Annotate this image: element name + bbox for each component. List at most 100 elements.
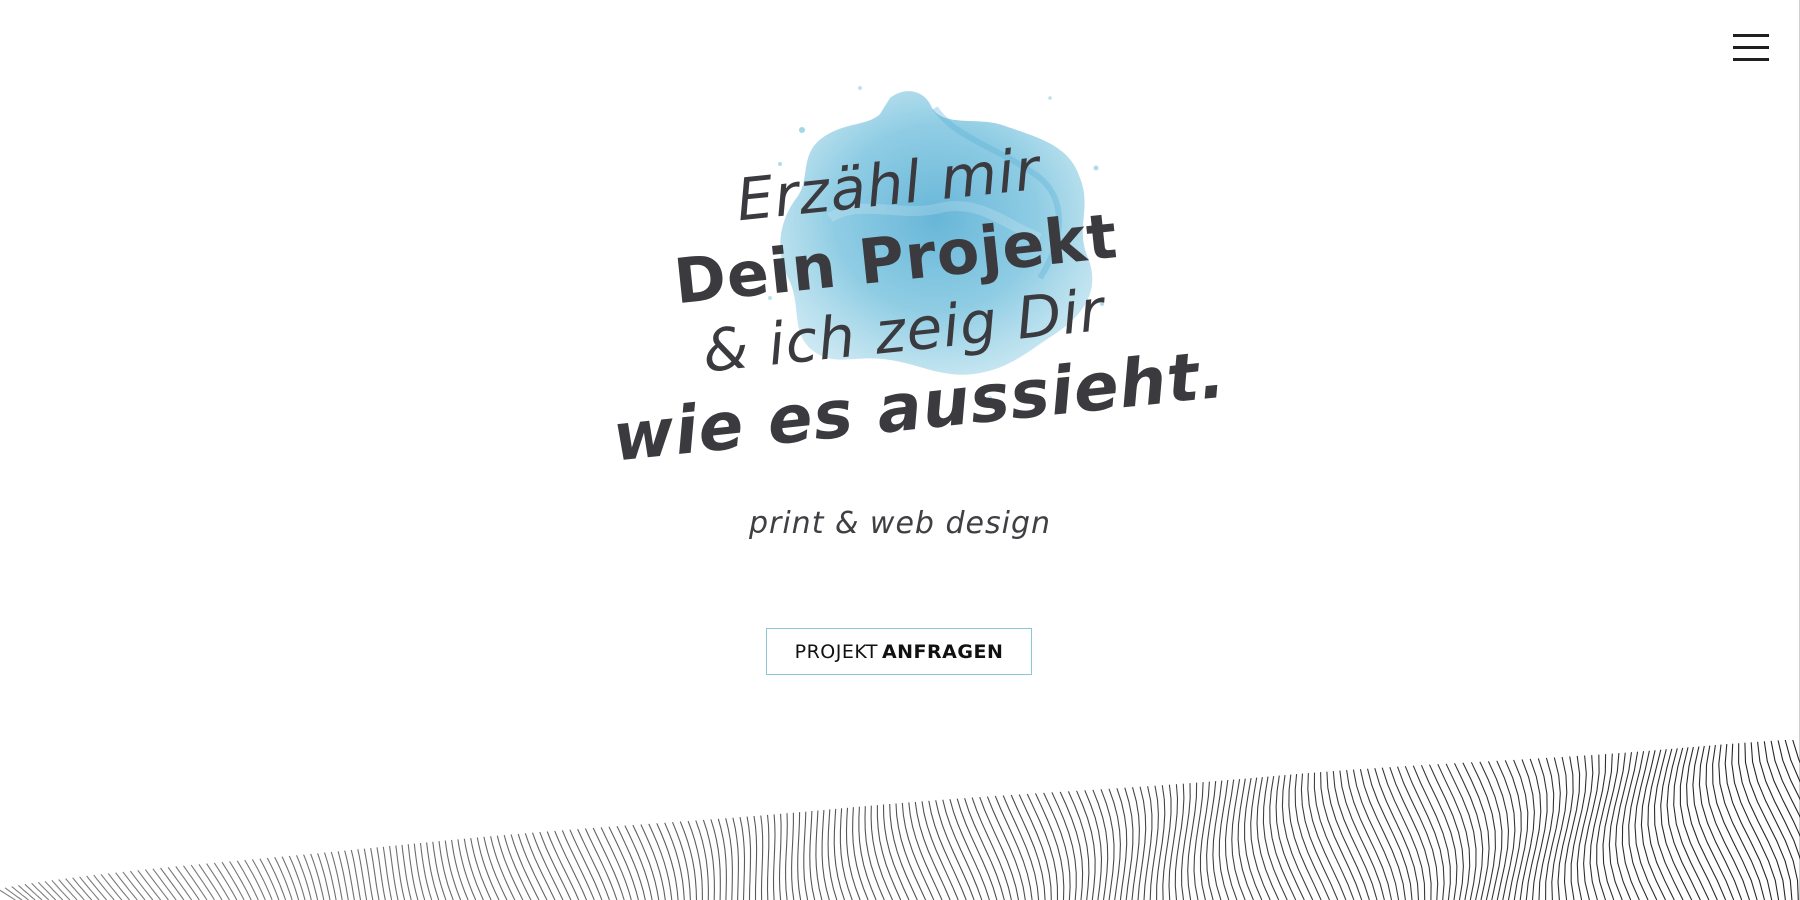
wave-line <box>1174 783 1185 900</box>
wave-line <box>1256 777 1280 900</box>
wave-line <box>732 817 739 900</box>
wave-line <box>1621 751 1640 900</box>
wave-line <box>870 805 894 900</box>
wave-line <box>51 880 71 900</box>
wave-line <box>1412 765 1451 900</box>
wave-line <box>1275 775 1305 900</box>
wave-line <box>24 883 43 900</box>
cta-label-bold: ANFRAGEN <box>881 640 1004 663</box>
wave-line <box>1692 746 1735 900</box>
landing-page: Erzähl mir Dein Projekt & ich zeig Dir w… <box>0 0 1800 900</box>
wave-line <box>785 813 788 900</box>
wave-line <box>803 811 809 900</box>
wave-line <box>827 809 838 900</box>
wave-line <box>1168 784 1179 900</box>
wave-line <box>797 812 802 900</box>
wave-line <box>37 881 57 900</box>
wave-line <box>17 884 36 900</box>
wave-line <box>470 837 492 900</box>
wave-line <box>1570 755 1587 900</box>
wave-line <box>1181 783 1191 900</box>
wave-line <box>0 889 16 900</box>
wave-line <box>1010 794 1046 900</box>
wave-line <box>476 837 500 900</box>
wave-line <box>772 814 776 900</box>
wave-line <box>1352 769 1400 900</box>
wave-line <box>303 854 319 900</box>
wave-line <box>815 810 823 900</box>
wave-line <box>864 806 885 900</box>
wave-line <box>766 814 770 900</box>
wave-line <box>1300 773 1339 900</box>
wave-line <box>664 822 685 900</box>
wave-line <box>1307 773 1347 900</box>
wave-line <box>648 823 673 900</box>
wave-line <box>1326 771 1370 900</box>
wave-line <box>1262 776 1288 900</box>
wave-line <box>58 879 78 900</box>
wave-line <box>1320 772 1363 900</box>
wave-line <box>791 812 795 900</box>
wave-line <box>561 830 595 900</box>
project-request-button[interactable]: PROJEKT ANFRAGEN <box>766 628 1032 675</box>
tagline: print & web design <box>748 506 1052 541</box>
wave-line <box>1374 768 1420 900</box>
wave-line <box>1679 747 1718 900</box>
wave-line <box>1116 788 1128 900</box>
wave-line <box>4 887 23 900</box>
wave-line <box>539 831 572 900</box>
wave-line <box>809 810 816 900</box>
wave-line <box>1738 743 1786 900</box>
wave-lines-pattern <box>0 740 1800 900</box>
wave-line <box>426 842 440 900</box>
wave-line <box>524 833 556 900</box>
wave-line <box>1288 774 1322 900</box>
wave-line <box>1504 760 1522 900</box>
wave-line <box>760 815 764 900</box>
wave-line <box>44 880 64 900</box>
wave-line <box>1647 749 1675 900</box>
hero-headline: Erzähl mir Dein Projekt & ich zeig Dir w… <box>586 119 1229 477</box>
wave-line <box>463 838 484 900</box>
hamburger-menu-icon <box>1733 34 1769 37</box>
wave-line <box>1002 795 1040 900</box>
menu-button[interactable] <box>1728 30 1774 70</box>
wave-line <box>323 852 337 900</box>
wave-line <box>1628 751 1649 900</box>
wave-line <box>1067 791 1090 900</box>
wave-line <box>65 878 85 900</box>
wave-line <box>310 853 325 900</box>
wave-line <box>656 823 679 900</box>
wave-line <box>1332 771 1378 900</box>
wave-line <box>1396 766 1439 900</box>
wave-line <box>1462 762 1490 900</box>
wave-line <box>11 886 29 900</box>
wave-line <box>858 806 877 900</box>
wave-line <box>546 831 580 900</box>
wave-line <box>295 855 312 900</box>
wave-line <box>679 821 698 900</box>
wave-line <box>702 819 715 900</box>
wave-line <box>956 798 998 900</box>
cta-label-light: PROJEKT <box>794 640 878 663</box>
wave-line <box>554 830 588 900</box>
wave-line <box>1218 780 1230 900</box>
wave-line <box>1470 762 1496 900</box>
wave-line <box>739 816 746 900</box>
wave-line <box>778 813 782 900</box>
wave-line <box>833 808 846 900</box>
wave-line <box>671 821 691 900</box>
wave-line <box>531 832 564 900</box>
wave-line <box>1698 745 1743 900</box>
wave-line <box>569 829 603 900</box>
wave-line <box>1124 787 1134 900</box>
wave-line <box>31 882 50 900</box>
wave-line <box>370 848 380 900</box>
wave-line <box>317 853 331 900</box>
wave-line <box>753 815 758 900</box>
wave-line <box>1404 765 1445 900</box>
wave-line <box>746 816 752 900</box>
wave-line <box>1108 788 1121 900</box>
wave-line <box>1224 779 1238 900</box>
wave-line <box>401 844 412 900</box>
